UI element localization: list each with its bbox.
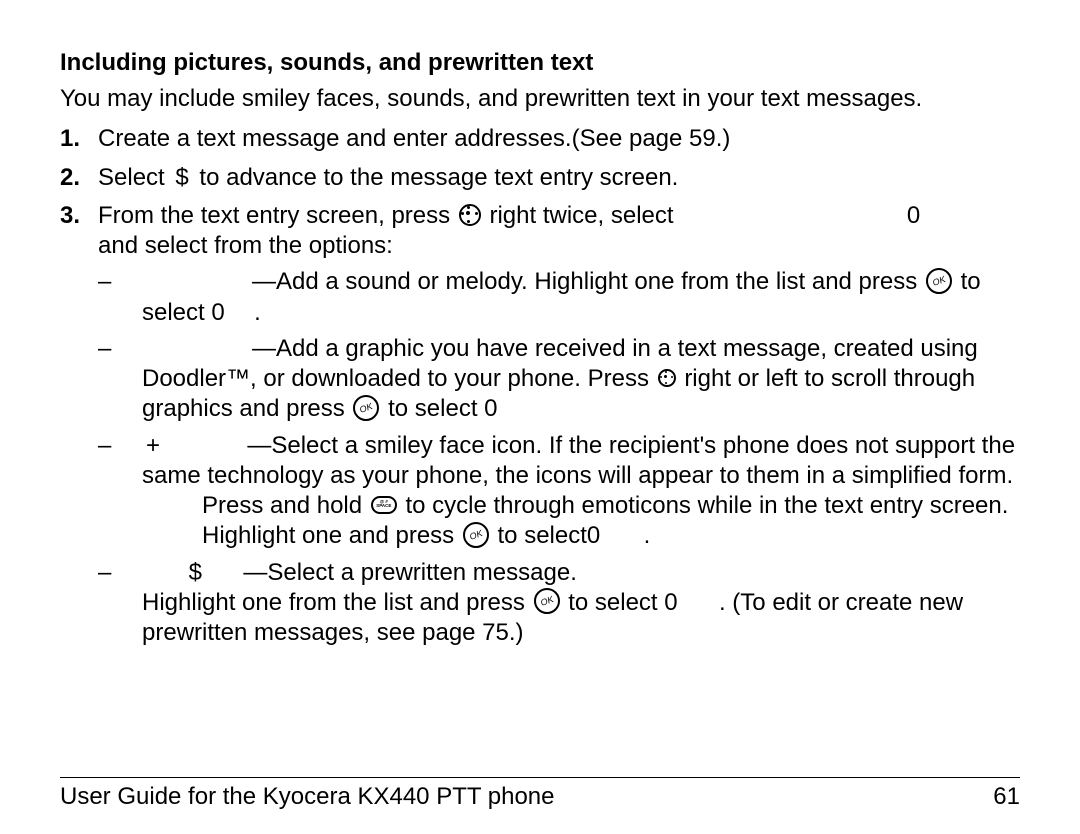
step-number: 2. (60, 163, 92, 193)
step-text: right twice, select (489, 202, 673, 229)
option-text: to select 0 (388, 395, 497, 422)
option-text: —Select a prewritten message. (243, 559, 576, 586)
nav-key-icon (459, 204, 481, 226)
step-2: 2. Select $ to advance to the message te… (60, 163, 1020, 193)
ok-key-icon: OK (534, 588, 560, 614)
option-text: . (254, 299, 261, 326)
tip-text: Press and hold (202, 492, 362, 519)
step-text: Select (98, 164, 165, 191)
option-text: Highlight one from the list and press (142, 589, 525, 616)
option-prewritten: – $ —Select a prewritten message. Highli… (98, 558, 1020, 649)
nav-key-icon (658, 369, 676, 387)
svg-text:OK: OK (539, 594, 556, 608)
tip-text: to select (498, 522, 587, 549)
dash-icon: – (98, 334, 111, 364)
tip-text: . (644, 522, 651, 549)
option-graphic: – —Add a graphic you have received in a … (98, 334, 1020, 425)
step-number: 3. (60, 201, 92, 231)
option-text: —Add a sound or melody. Highlight one fr… (252, 268, 917, 295)
step-text: to advance to the message text entry scr… (199, 164, 678, 191)
step-number: 1. (60, 124, 92, 154)
manual-page: Including pictures, sounds, and prewritt… (0, 0, 1080, 834)
page-number: 61 (993, 782, 1020, 812)
footer-title: User Guide for the Kyocera KX440 PTT pho… (60, 782, 555, 812)
option-text: to select 0 (568, 589, 677, 616)
svg-text:OK: OK (931, 274, 948, 288)
dash-icon: – (98, 267, 111, 297)
ok-key-icon: OK (926, 268, 952, 294)
page-footer: User Guide for the Kyocera KX440 PTT pho… (60, 782, 1020, 812)
footer-rule (60, 777, 1020, 778)
steps-list: 1. Create a text message and enter addre… (60, 124, 1020, 648)
option-sound: – —Add a sound or melody. Highlight one … (98, 267, 1020, 327)
ok-key-icon: OK (353, 395, 379, 421)
step-3: 3. From the text entry screen, press rig… (60, 201, 1020, 648)
step-text: From the text entry screen, press (98, 202, 450, 229)
zero-placeholder: 0 (907, 202, 920, 229)
plus-symbol: + (146, 431, 160, 461)
step-text: and select from the options: (98, 232, 393, 259)
option-smiley: – + —Select a smiley face icon. If the r… (98, 431, 1020, 552)
dollar-symbol: $ (189, 558, 202, 588)
intro-paragraph: You may include smiley faces, sounds, an… (60, 84, 1020, 114)
step-text: Create a text message and enter addresse… (98, 125, 730, 152)
ok-key-icon: OK (463, 522, 489, 548)
tip-line: Press and hold @ #SPACE to cycle through… (142, 491, 1020, 551)
space-key-icon: @ #SPACE (371, 496, 397, 514)
options-list: – —Add a sound or melody. Highlight one … (98, 267, 1020, 648)
svg-text:OK: OK (468, 528, 485, 542)
dash-icon: – (98, 558, 111, 588)
svg-text:OK: OK (359, 401, 376, 415)
option-text: —Select a smiley face icon. If the recip… (142, 432, 1015, 489)
step-1: 1. Create a text message and enter addre… (60, 124, 1020, 154)
dollar-symbol: $ (175, 163, 188, 193)
dash-icon: – (98, 431, 111, 461)
zero-placeholder: 0 (587, 522, 600, 549)
section-heading: Including pictures, sounds, and prewritt… (60, 48, 1020, 78)
